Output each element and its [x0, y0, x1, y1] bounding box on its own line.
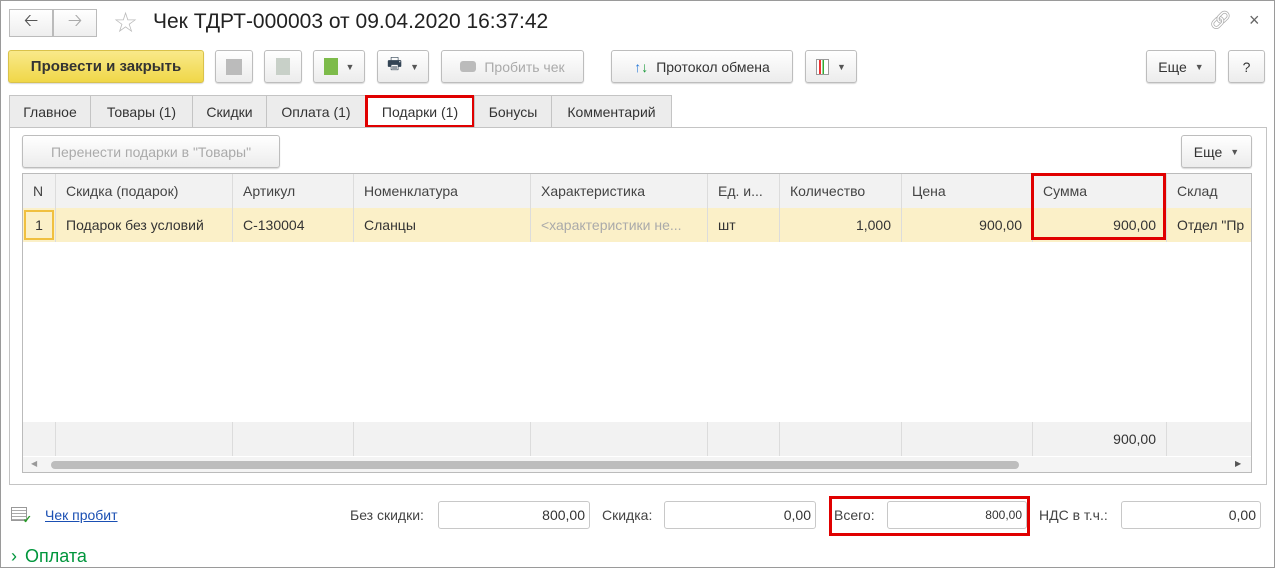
- scroll-left-icon[interactable]: ◀: [31, 459, 37, 468]
- report-chart-icon: [816, 58, 830, 75]
- create-based-icon: [323, 58, 338, 75]
- col-price[interactable]: Цена: [902, 174, 1033, 208]
- cell-price[interactable]: 900,00: [902, 208, 1033, 242]
- star-icon[interactable]: ☆: [113, 6, 138, 39]
- col-quantity[interactable]: Количество: [780, 174, 902, 208]
- vat-label: НДС в т.ч.:: [1039, 507, 1108, 523]
- move-gifts-button[interactable]: Перенести подарки в "Товары": [22, 135, 280, 168]
- footer-sum-total: 900,00: [1033, 422, 1167, 456]
- vat-field[interactable]: 0,00: [1121, 501, 1261, 529]
- more-label: Еще: [1158, 58, 1187, 75]
- create-based-on-button[interactable]: ▼: [313, 50, 365, 83]
- post-and-close-button[interactable]: Провести и закрыть: [8, 50, 204, 83]
- discount-field[interactable]: 0,00: [664, 501, 816, 529]
- col-characteristic[interactable]: Характеристика: [531, 174, 708, 208]
- scroll-right-icon[interactable]: ▶: [1235, 459, 1241, 468]
- help-button[interactable]: ?: [1228, 50, 1265, 83]
- close-icon[interactable]: ×: [1249, 10, 1260, 31]
- cell-quantity[interactable]: 1,000: [780, 208, 902, 242]
- total-field[interactable]: 800,00: [887, 501, 1027, 529]
- cell-article[interactable]: С-130004: [233, 208, 354, 242]
- row-number: 1: [24, 210, 54, 240]
- arrow-right-icon: 🡢: [67, 10, 83, 30]
- document-window: 🡠 🡢 ☆ Чек ТДРТ-000003 от 09.04.2020 16:3…: [0, 0, 1275, 568]
- col-unit[interactable]: Ед. и...: [708, 174, 780, 208]
- col-discount[interactable]: Скидка (подарок): [56, 174, 233, 208]
- save-icon: [226, 58, 242, 75]
- reports-button[interactable]: ▼: [805, 50, 857, 83]
- no-discount-field[interactable]: 800,00: [438, 501, 590, 529]
- more-button[interactable]: Еще ▼: [1146, 50, 1216, 83]
- cash-register-icon: [460, 61, 477, 72]
- discount-label: Скидка:: [602, 507, 653, 523]
- print-button[interactable]: 🖶 ▼: [377, 50, 429, 83]
- cell-discount[interactable]: Подарок без условий: [56, 208, 233, 242]
- total-label: Всего:: [834, 507, 875, 523]
- tab-goods[interactable]: Товары (1): [90, 95, 193, 127]
- payment-section-toggle[interactable]: › Оплата: [11, 546, 87, 567]
- tab-discounts[interactable]: Скидки: [192, 95, 267, 127]
- cell-nomenclature[interactable]: Сланцы: [354, 208, 531, 242]
- payment-section-label: Оплата: [25, 546, 87, 566]
- horizontal-scrollbar[interactable]: ◀ ▶: [23, 457, 1251, 472]
- chevron-right-icon: ›: [11, 546, 17, 566]
- save-button[interactable]: [215, 50, 253, 83]
- col-warehouse[interactable]: Склад: [1167, 174, 1251, 208]
- table-more-button[interactable]: Еще ▼: [1181, 135, 1252, 168]
- printer-icon: 🖶: [386, 56, 403, 73]
- check-printed-link[interactable]: Чек пробит: [45, 507, 118, 523]
- tab-bonuses[interactable]: Бонусы: [474, 95, 552, 127]
- scrollbar-thumb[interactable]: [51, 461, 1019, 469]
- cell-n[interactable]: 1: [23, 208, 56, 242]
- cell-unit[interactable]: шт: [708, 208, 780, 242]
- tab-comment[interactable]: Комментарий: [551, 95, 672, 127]
- sum-highlight: [1031, 173, 1166, 240]
- exchange-log-label: Протокол обмена: [656, 58, 770, 75]
- col-n[interactable]: N: [23, 174, 56, 208]
- arrow-left-icon: 🡠: [23, 10, 39, 30]
- exchange-log-button[interactable]: ↑↓ Протокол обмена: [611, 50, 793, 83]
- print-check-label: Пробить чек: [484, 58, 565, 75]
- forward-button[interactable]: 🡢: [53, 9, 97, 37]
- exchange-arrows-icon: ↑↓: [634, 58, 649, 75]
- col-nomenclature[interactable]: Номенклатура: [354, 174, 531, 208]
- tab-payment[interactable]: Оплата (1): [266, 95, 366, 127]
- cell-warehouse[interactable]: Отдел "Пр: [1167, 208, 1251, 242]
- back-button[interactable]: 🡠: [9, 9, 53, 37]
- check-printed-icon: ✓: [11, 507, 32, 526]
- table-more-label: Еще: [1193, 143, 1223, 160]
- col-article[interactable]: Артикул: [233, 174, 354, 208]
- post-button[interactable]: [264, 50, 302, 83]
- tab-gifts[interactable]: Подарки (1): [365, 95, 475, 128]
- link-icon[interactable]: 🔗︎: [1209, 10, 1232, 31]
- tab-main[interactable]: Главное: [9, 95, 91, 127]
- no-discount-label: Без скидки:: [350, 507, 424, 523]
- print-check-button[interactable]: Пробить чек: [441, 50, 584, 83]
- cell-characteristic[interactable]: <характеристики не...: [531, 208, 708, 242]
- window-title: Чек ТДРТ-000003 от 09.04.2020 16:37:42: [153, 10, 549, 33]
- post-document-icon: [276, 58, 290, 75]
